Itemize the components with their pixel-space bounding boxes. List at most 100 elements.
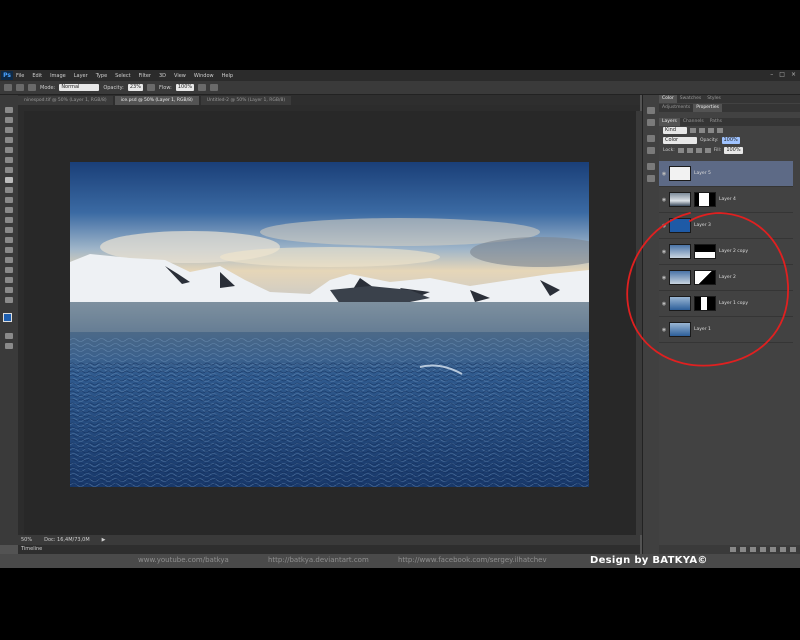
add-mask-icon[interactable] bbox=[750, 547, 756, 552]
minimize-button[interactable]: – bbox=[770, 71, 773, 78]
paragraph-panel-icon[interactable] bbox=[647, 175, 655, 182]
menu-image[interactable]: Image bbox=[50, 73, 66, 79]
crop-tool-icon[interactable] bbox=[5, 147, 13, 153]
maximize-button[interactable]: □ bbox=[779, 71, 785, 78]
layer-opacity-field[interactable]: 100% bbox=[721, 136, 740, 144]
mode-select[interactable]: Normal bbox=[59, 84, 100, 91]
eyedropper-tool-icon[interactable] bbox=[5, 157, 13, 163]
blur-tool-icon[interactable] bbox=[5, 227, 13, 233]
window-controls: – □ × bbox=[770, 71, 796, 78]
brush-tool-icon[interactable] bbox=[5, 177, 13, 183]
marquee-tool-icon[interactable] bbox=[5, 117, 13, 123]
healing-tool-icon[interactable] bbox=[5, 167, 13, 173]
layer-name: Layer 4 bbox=[719, 197, 736, 202]
menu-help[interactable]: Help bbox=[222, 73, 233, 79]
screen-mode-icon[interactable] bbox=[5, 343, 13, 349]
lock-transparent-icon[interactable] bbox=[677, 147, 684, 153]
layer-row[interactable]: ◉ Layer 5 bbox=[659, 161, 793, 187]
pen-tool-icon[interactable] bbox=[5, 247, 13, 253]
menu-view[interactable]: View bbox=[174, 73, 186, 79]
zoom-level[interactable]: 50% bbox=[21, 537, 32, 543]
tab-properties[interactable]: Properties bbox=[693, 104, 722, 112]
menu-filter[interactable]: Filter bbox=[139, 73, 151, 79]
tab-ninespod[interactable]: ninespod.tif @ 50% (Layer 1, RGB/8) bbox=[18, 96, 113, 105]
menu-edit[interactable]: Edit bbox=[32, 73, 42, 79]
dodge-tool-icon[interactable] bbox=[5, 237, 13, 243]
menu-3d[interactable]: 3D bbox=[159, 73, 166, 79]
zoom-tool-icon[interactable] bbox=[5, 297, 13, 303]
new-layer-icon[interactable] bbox=[780, 547, 786, 552]
character-panel-icon[interactable] bbox=[647, 163, 655, 170]
link-layers-icon[interactable] bbox=[730, 547, 736, 552]
tab-styles[interactable]: Styles bbox=[704, 95, 724, 103]
facebook-link: http://www.facebook.com/sergey.ilhatchev bbox=[398, 556, 547, 564]
tab-channels[interactable]: Channels bbox=[680, 118, 707, 126]
delete-layer-icon[interactable] bbox=[790, 547, 796, 552]
document-canvas-image[interactable] bbox=[70, 162, 589, 487]
visibility-eye-icon[interactable]: ◉ bbox=[659, 171, 669, 177]
arctic-landscape-image bbox=[70, 162, 589, 487]
stamp-tool-icon[interactable] bbox=[5, 187, 13, 193]
brush-panel-icon[interactable] bbox=[647, 135, 655, 142]
layer-style-icon[interactable] bbox=[740, 547, 746, 552]
type-tool-icon[interactable] bbox=[5, 257, 13, 263]
tab-adjustments[interactable]: Adjustments bbox=[659, 104, 693, 112]
fill-field[interactable]: 100% bbox=[724, 146, 743, 154]
brush-preset-icon[interactable] bbox=[4, 84, 12, 91]
menu-select[interactable]: Select bbox=[115, 73, 130, 79]
flow-field[interactable]: 100% bbox=[175, 84, 195, 91]
shape-tool-icon[interactable] bbox=[5, 277, 13, 283]
filter-adjust-icon[interactable] bbox=[699, 128, 705, 133]
lasso-tool-icon[interactable] bbox=[5, 127, 13, 133]
red-annotation-circle bbox=[626, 212, 789, 367]
layer-opacity-label: Opacity: bbox=[700, 137, 719, 143]
pressure-opacity-icon[interactable] bbox=[147, 84, 155, 91]
layer-name: Layer 5 bbox=[694, 171, 711, 176]
filter-shape-icon[interactable] bbox=[717, 128, 723, 133]
quick-mask-icon[interactable] bbox=[5, 333, 13, 339]
tab-paths[interactable]: Paths bbox=[707, 118, 725, 126]
layer-filter-row: Kind bbox=[659, 126, 800, 135]
actions-panel-icon[interactable] bbox=[647, 119, 655, 126]
opacity-field[interactable]: 23% bbox=[127, 84, 143, 91]
menu-type[interactable]: Type bbox=[96, 73, 107, 79]
filter-pixel-icon[interactable] bbox=[690, 128, 696, 133]
blend-mode-select[interactable]: Color bbox=[663, 136, 697, 144]
lock-all-icon[interactable] bbox=[704, 147, 711, 153]
history-brush-tool-icon[interactable] bbox=[5, 197, 13, 203]
options-bar: Mode: Normal Opacity: 23% Flow: 100% bbox=[0, 81, 800, 95]
brush-panel-icon[interactable] bbox=[28, 84, 36, 91]
adjustment-layer-icon[interactable] bbox=[760, 547, 766, 552]
visibility-eye-icon[interactable]: ◉ bbox=[659, 197, 669, 203]
menu-layer[interactable]: Layer bbox=[74, 73, 88, 79]
gradient-tool-icon[interactable] bbox=[5, 217, 13, 223]
tab-color[interactable]: Color bbox=[659, 95, 677, 103]
youtube-link: www.youtube.com/batkya bbox=[138, 556, 229, 564]
tab-swatches[interactable]: Swatches bbox=[677, 95, 705, 103]
lock-image-icon[interactable] bbox=[686, 147, 693, 153]
history-panel-icon[interactable] bbox=[647, 107, 655, 114]
tab-ice[interactable]: ice.psd @ 50% (Layer 1, RGB/8) bbox=[114, 96, 199, 105]
status-arrow-icon[interactable]: ▶ bbox=[102, 537, 106, 543]
clone-source-panel-icon[interactable] bbox=[647, 147, 655, 154]
quick-select-tool-icon[interactable] bbox=[5, 137, 13, 143]
tab-untitled-2[interactable]: Untitled-2 @ 50% (Layer 1, RGB/8) bbox=[200, 96, 292, 105]
menu-file[interactable]: File bbox=[16, 73, 24, 79]
airbrush-icon[interactable] bbox=[198, 84, 207, 91]
tab-layers[interactable]: Layers bbox=[659, 118, 680, 126]
pressure-size-icon[interactable] bbox=[210, 84, 219, 91]
kind-filter-select[interactable]: Kind bbox=[663, 127, 687, 134]
foreground-color-swatch[interactable] bbox=[3, 313, 12, 322]
hand-tool-icon[interactable] bbox=[5, 287, 13, 293]
path-select-tool-icon[interactable] bbox=[5, 267, 13, 273]
filter-type-icon[interactable] bbox=[708, 128, 714, 133]
brush-size-icon[interactable] bbox=[16, 84, 24, 91]
close-button[interactable]: × bbox=[791, 71, 796, 78]
lock-position-icon[interactable] bbox=[695, 147, 702, 153]
new-group-icon[interactable] bbox=[770, 547, 776, 552]
move-tool-icon[interactable] bbox=[5, 107, 13, 113]
color-panel-tabs: Color Swatches Styles bbox=[659, 95, 800, 103]
menu-window[interactable]: Window bbox=[194, 73, 214, 79]
timeline-tab[interactable]: Timeline bbox=[18, 545, 640, 554]
eraser-tool-icon[interactable] bbox=[5, 207, 13, 213]
